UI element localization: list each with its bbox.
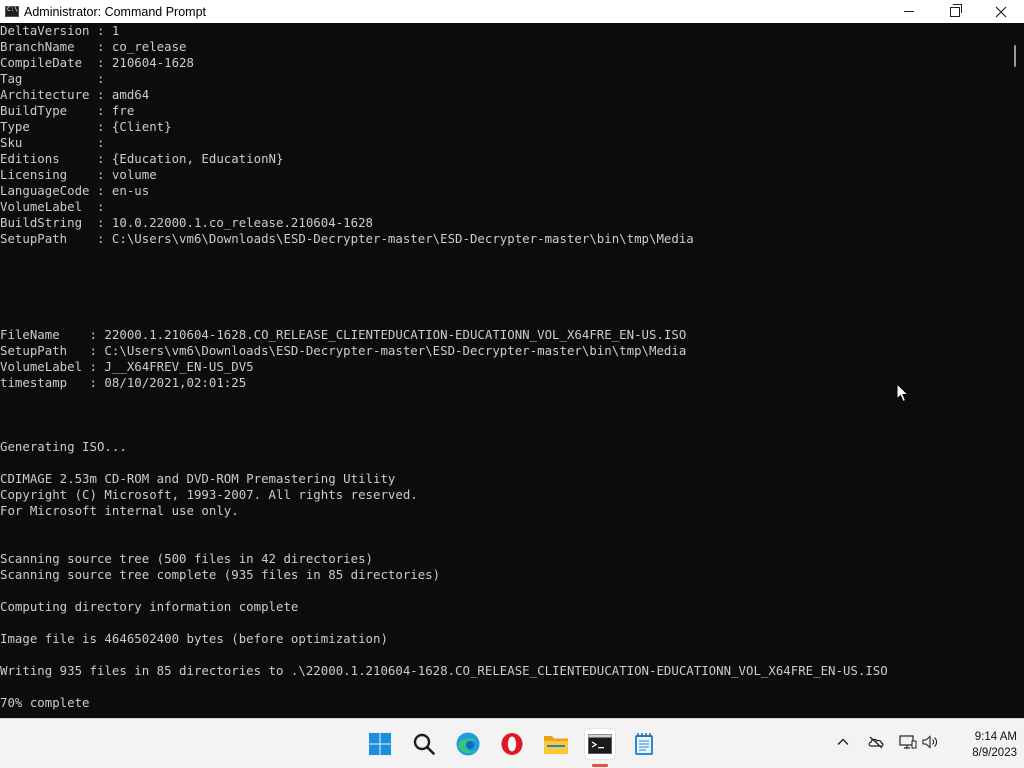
- start-button[interactable]: [365, 729, 395, 759]
- console-line: BranchName : co_release: [0, 39, 187, 54]
- console-line: VolumeLabel :: [0, 199, 105, 214]
- volume-button[interactable]: [922, 734, 940, 753]
- console-output[interactable]: DeltaVersion : 1 BranchName : co_release C…: [0, 23, 1004, 718]
- title-bar[interactable]: Administrator: Command Prompt: [0, 0, 1024, 23]
- opera-button[interactable]: [497, 729, 527, 759]
- clock-date: 8/9/2023: [972, 747, 1017, 759]
- console-line: Copyright (C) Microsoft, 1993-2007. All …: [0, 487, 418, 502]
- folder-icon: [544, 736, 568, 754]
- console-line: FileName : 22000.1.210604-1628.CO_RELEAS…: [0, 327, 687, 342]
- search-icon: [413, 733, 435, 755]
- minimize-button[interactable]: [886, 0, 932, 23]
- console-line: SetupPath : C:\Users\vm6\Downloads\ESD-D…: [0, 343, 687, 358]
- active-app-indicator: [592, 764, 608, 767]
- console-line: Architecture : amd64: [0, 87, 150, 102]
- console-line: Licensing : volume: [0, 167, 157, 182]
- maximize-button[interactable]: [932, 0, 978, 23]
- command-prompt-taskbar-button[interactable]: [585, 729, 615, 759]
- console-line: Writing 935 files in 85 directories to .…: [0, 663, 888, 678]
- clock-time: 9:14 AM: [974, 731, 1017, 743]
- console-line: BuildString : 10.0.22000.1.co_release.21…: [0, 215, 373, 230]
- console-line: DeltaVersion : 1: [0, 23, 120, 38]
- edge-icon: [456, 732, 480, 756]
- network-icon: [899, 735, 917, 749]
- command-prompt-icon: [5, 6, 19, 17]
- console-line: Tag :: [0, 71, 105, 86]
- mouse-pointer-icon: [896, 383, 910, 403]
- notepad-button[interactable]: [629, 729, 659, 759]
- close-icon: [995, 6, 1007, 17]
- edge-button[interactable]: [453, 729, 483, 759]
- console-line: BuildType : fre: [0, 103, 135, 118]
- console-line: CDIMAGE 2.53m CD-ROM and DVD-ROM Premast…: [0, 471, 396, 486]
- console-line: Type : {Client}: [0, 119, 172, 134]
- console-line: CompileDate : 210604-1628: [0, 55, 194, 70]
- taskbar: 9:14 AM 8/9/2023: [0, 718, 1024, 768]
- console-line: Image file is 4646502400 bytes (before o…: [0, 631, 388, 646]
- notepad-icon: [635, 733, 653, 755]
- vertical-scrollbar[interactable]: [1004, 23, 1024, 718]
- speaker-icon: [922, 735, 938, 749]
- restore-icon: [950, 3, 962, 17]
- network-button[interactable]: [899, 734, 917, 753]
- console-line: Generating ISO...: [0, 439, 127, 454]
- opera-icon: [501, 733, 523, 755]
- file-explorer-button[interactable]: [541, 729, 571, 759]
- clock[interactable]: 9:14 AM 8/9/2023: [943, 729, 1017, 761]
- console-line: 70% complete: [0, 695, 90, 710]
- onedrive-offline-icon: [868, 736, 884, 749]
- minimize-icon: [904, 11, 914, 12]
- show-hidden-icons-button[interactable]: [836, 734, 850, 753]
- onedrive-button[interactable]: [867, 734, 885, 753]
- scrollbar-thumb[interactable]: [1014, 45, 1016, 67]
- console-line: For Microsoft internal use only.: [0, 503, 239, 518]
- console-line: LanguageCode : en-us: [0, 183, 150, 198]
- chevron-up-icon: [837, 738, 849, 745]
- window-controls: [886, 0, 1024, 23]
- console-line: Computing directory information complete: [0, 599, 299, 614]
- console-line: SetupPath : C:\Users\vm6\Downloads\ESD-D…: [0, 231, 694, 246]
- console-line: Editions : {Education, EducationN}: [0, 151, 284, 166]
- windows-start-icon: [369, 733, 391, 755]
- terminal-icon: [588, 734, 612, 754]
- close-button[interactable]: [978, 0, 1024, 23]
- search-button[interactable]: [409, 729, 439, 759]
- console-line: Scanning source tree complete (935 files…: [0, 567, 441, 582]
- console-line: VolumeLabel : J__X64FREV_EN-US_DV5: [0, 359, 254, 374]
- window-title: Administrator: Command Prompt: [24, 4, 207, 19]
- console-line: Sku :: [0, 135, 105, 150]
- console-line: Scanning source tree (500 files in 42 di…: [0, 551, 373, 566]
- console-line: timestamp : 08/10/2021,02:01:25: [0, 375, 247, 390]
